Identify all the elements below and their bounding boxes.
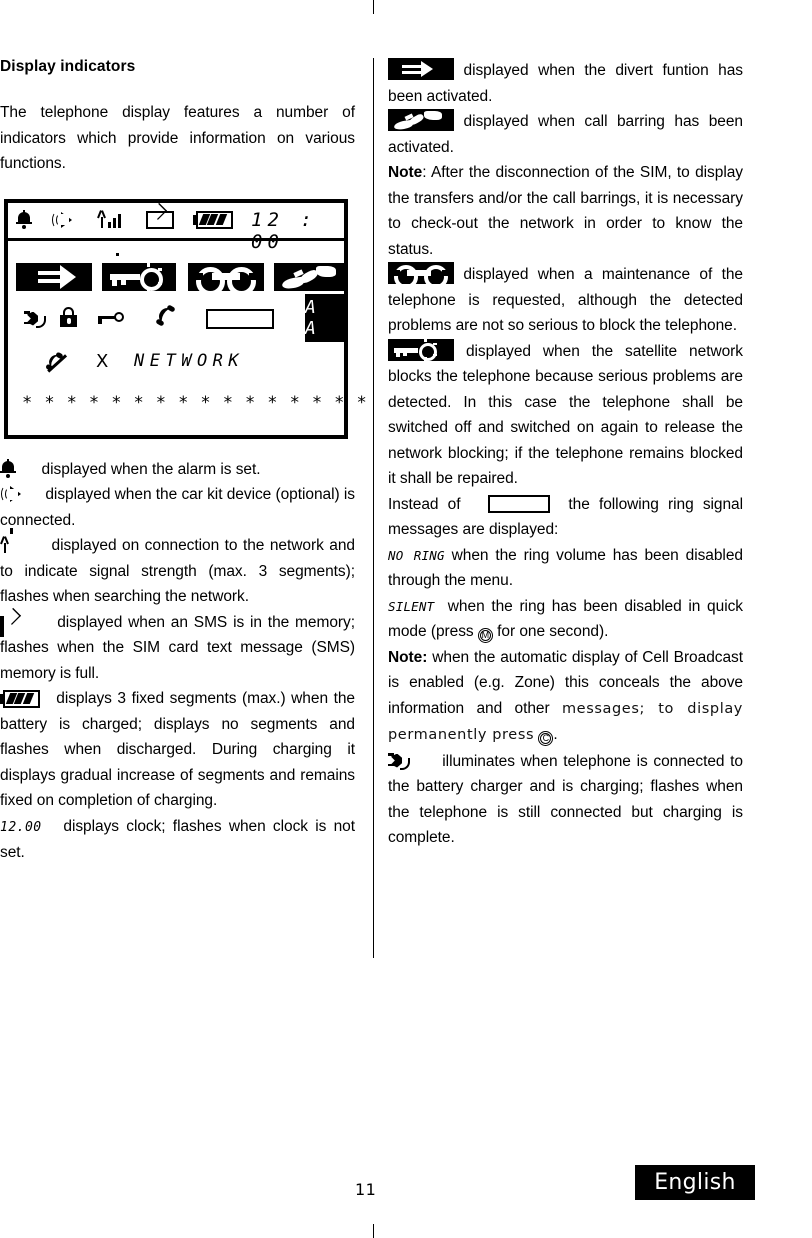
definition-alarm: displayed when the alarm is set. [0,457,355,483]
signal-strength-icon [0,528,13,554]
envelope-icon [0,614,28,637]
definition-text: displays clock; flashes when clock is no… [0,817,355,862]
definition-text: displayed when the satellite network blo… [388,342,743,488]
signal-strength-icon [96,209,122,229]
definition-text-after: for one second). [497,623,609,640]
lcd-network-label: NETWORK [134,350,245,371]
definition-text: displayed when an SMS is in the memory; … [0,613,355,682]
definition-sms: displayed when an SMS is in the memory; … [0,610,355,687]
page-title: Display indicators [0,58,136,75]
silent-lcd-label: SILENT [388,598,435,614]
bell-icon [16,209,32,229]
lcd-dot [116,252,119,256]
lcd-padlock-icon [60,306,77,327]
bell-icon [0,458,16,478]
lcd-divert-icon [16,262,92,291]
ring-message-no-ring: NO RING when the ring volume has been di… [388,543,743,594]
lcd-stars-row: * * * * * * * * * * * * * * * * [22,392,366,413]
definition-clock: 12.00 displays clock; flashes when clock… [0,814,355,866]
lcd-plug-icon [24,309,46,329]
instead-of-prefix: Instead of [388,495,461,513]
definition-text: displayed when the car kit device (optio… [0,486,355,529]
definition-satellite-block: displayed when the satellite network blo… [388,338,743,492]
ring-field-box [488,495,551,514]
note-text: After the disconnection of the SIM, to d… [388,164,743,258]
definition-divert: displayed when the divert funtion has be… [388,58,743,109]
note-cell-broadcast: Note: when the automatic display of Cell… [388,645,743,749]
note-label: Note [388,164,423,181]
plug-icon [388,751,410,771]
lcd-aa-indicator: A A [305,293,345,342]
note-sim-disconnection: Note: After the disconnection of the SIM… [388,160,743,262]
note-label: Note: [388,648,428,666]
page-number: 11 [355,1180,377,1199]
note-text-end: . [553,726,558,743]
car-kit-icon [0,485,24,503]
ring-message-silent: SILENT when the ring has been disabled i… [388,594,743,645]
menu-key-icon[interactable]: M [477,628,493,643]
definition-charging: illuminates when telephone is connected … [388,749,743,851]
crop-mark-top [373,0,374,14]
definition-maintenance: displayed when a maintenance of the tele… [388,262,743,339]
lcd-key-icon [98,311,126,325]
note-separator: : [422,164,431,181]
definition-text: displayed when the alarm is set. [41,460,261,478]
car-kit-icon [51,211,75,229]
instead-of-paragraph: Instead of the following ring signal mes… [388,492,743,543]
definition-text: illuminates when telephone is connected … [388,752,744,847]
lcd-satellite-key-icon [102,262,176,291]
definition-signal: displayed on connection to the network a… [0,528,355,610]
lcd-ring-field-box [206,308,274,329]
intro-paragraph: The telephone display features a number … [0,104,355,172]
divert-icon [388,58,454,80]
crop-mark-bottom [373,1224,374,1238]
column-divider [373,58,374,958]
definition-text: displayed on connection to the network a… [0,537,355,605]
lcd-call-barring-icon [274,262,348,291]
wrench-icon [388,262,454,284]
battery-icon [193,210,233,229]
call-barring-icon [388,109,454,131]
lcd-crossed-handset-icon [45,351,68,373]
language-badge: English [635,1165,755,1200]
clear-key-icon[interactable]: C [538,731,554,746]
definition-car-kit: displayed when the car kit device (optio… [0,482,355,533]
definition-text: displays 3 fixed segments (max.) when th… [0,690,355,809]
no-ring-lcd-label: NO RING [388,547,445,563]
lcd-x-indicator: X [96,350,109,372]
right-column: displayed when the divert funtion has be… [388,58,743,851]
envelope-icon [146,210,174,229]
left-column: Display indicators The telephone display… [0,58,366,866]
lcd-wrench-icon [188,262,264,291]
manual-page: Display indicators The telephone display… [0,0,812,1238]
clock-lcd-label: 12.00 [0,819,42,835]
lcd-status-bar: 12 : 00 [8,203,344,253]
satellite-key-icon [388,338,454,361]
lcd-display-diagram: 12 : 00 A A X NETWORK * * * * * * * * * … [4,198,366,439]
battery-icon [0,690,40,708]
lcd-handset-icon [155,303,180,328]
lcd-body: A A X NETWORK * * * * * * * * * * * * * * * * [8,241,366,436]
definition-battery: displays 3 fixed segments (max.) when th… [0,686,355,814]
definition-call-barring: displayed when call barring has been act… [388,109,743,160]
